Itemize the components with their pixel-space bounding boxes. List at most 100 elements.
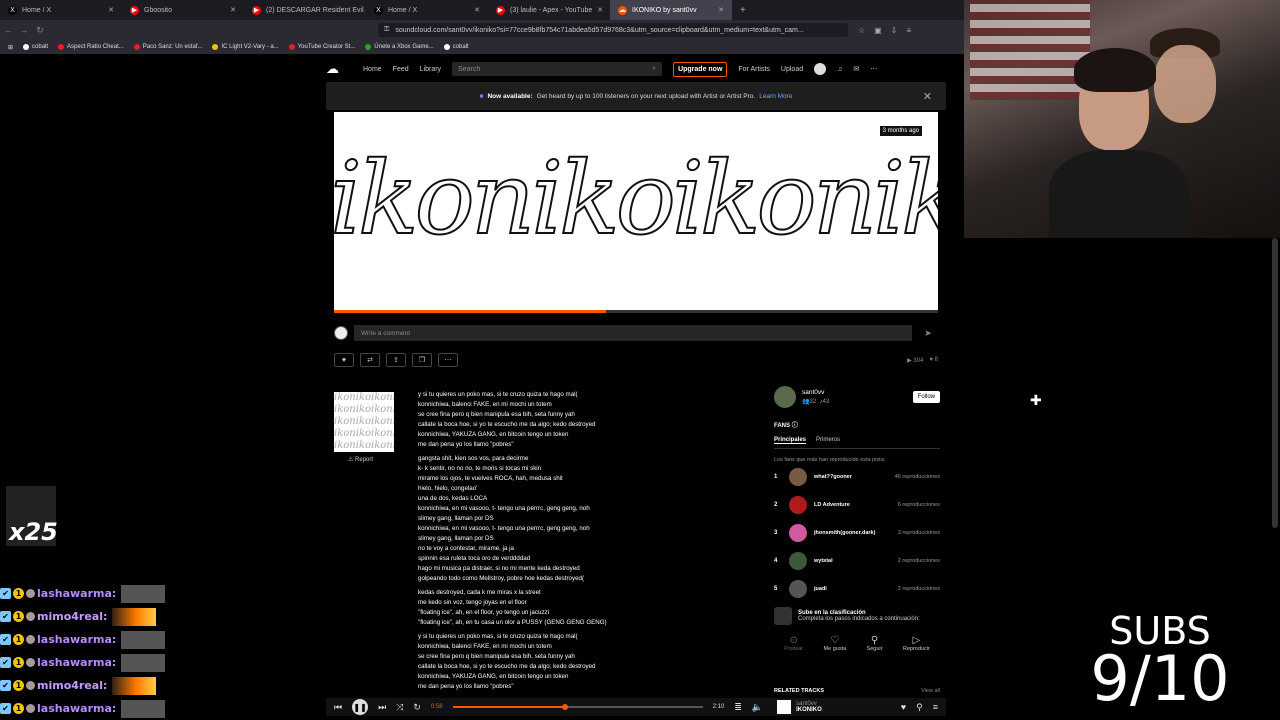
fan-row[interactable]: 1 what??gooner 46 reproducciones bbox=[774, 463, 940, 491]
youtube-icon: ▶ bbox=[130, 5, 139, 15]
rank-icon bbox=[774, 607, 792, 625]
bookmark-item[interactable]: cobalt bbox=[443, 44, 469, 50]
chat-message: ✔ 1 mimo4real: bbox=[0, 605, 330, 628]
close-icon[interactable]: ✕ bbox=[923, 90, 932, 103]
address-field[interactable]: ⚿ soundcloud.com/sant0vv/ikoniko?si=77cc… bbox=[378, 23, 848, 37]
back-icon[interactable]: ← bbox=[0, 25, 16, 35]
follow-icon[interactable]: ⚲ bbox=[916, 702, 923, 713]
sub-badge-icon: 1 bbox=[13, 588, 24, 599]
nav-feed[interactable]: Feed bbox=[393, 66, 409, 73]
emote-image bbox=[121, 584, 166, 603]
share-button[interactable]: ⇪ bbox=[386, 353, 406, 367]
more-icon[interactable]: ⋯ bbox=[870, 65, 877, 73]
volume-icon[interactable]: 🔈 bbox=[752, 702, 763, 713]
search-input[interactable]: Search ⌕ bbox=[452, 62, 663, 76]
fan-row[interactable]: 3 jhonsmith(gooner.dark) 3 reproducciones bbox=[774, 519, 940, 547]
bookmark-item[interactable]: cobalt bbox=[23, 44, 48, 50]
upload-link[interactable]: Upload bbox=[781, 66, 803, 73]
waveform-progress[interactable] bbox=[334, 310, 938, 313]
bookmark-icon bbox=[58, 44, 65, 50]
close-icon[interactable]: ✕ bbox=[230, 6, 236, 14]
now-playing[interactable]: sant0vv IKONIKO bbox=[777, 700, 822, 714]
tab-primeros[interactable]: Primeros bbox=[816, 437, 840, 444]
play-action[interactable]: ▷ Reproducir bbox=[903, 635, 930, 652]
chat-message: ✔ 1 mimo4real: bbox=[0, 674, 330, 697]
like-icon[interactable]: ♥ bbox=[901, 702, 906, 712]
bell-icon[interactable]: ♫ bbox=[837, 66, 842, 73]
browser-tab[interactable]: ▶ (3) laulie - Apex - YouTube ✕ bbox=[488, 0, 610, 20]
fan-row[interactable]: 2 LD Adventure 6 reproducciones bbox=[774, 491, 940, 519]
bookmark-item[interactable]: Paco Sanz: Un estaf... bbox=[133, 44, 202, 50]
close-icon[interactable]: ✕ bbox=[108, 6, 114, 14]
browser-tab[interactable]: X Home / X ✕ bbox=[366, 0, 488, 20]
track-artwork[interactable]: ikonikoikonikoikoniko 3 months ago bbox=[334, 112, 938, 312]
for-artists-link[interactable]: For Artists bbox=[738, 66, 770, 73]
promo-banner: ■ Now available: Get heard by up to 100 … bbox=[326, 82, 946, 110]
more-button[interactable]: ⋯ bbox=[438, 353, 458, 367]
extension-icon[interactable]: ▣ bbox=[874, 26, 882, 35]
fan-row[interactable]: 4 wytstal 2 reproducciones bbox=[774, 547, 940, 575]
send-icon[interactable]: ➤ bbox=[918, 328, 938, 339]
bookmark-item[interactable]: IC Light V2-Vary - a... bbox=[212, 44, 279, 50]
star-icon[interactable]: ☆ bbox=[858, 26, 865, 35]
menu-icon[interactable]: ≡ bbox=[906, 26, 911, 35]
report-link[interactable]: ⚠ Report bbox=[348, 456, 373, 463]
verified-badge-icon: ✔ bbox=[0, 657, 11, 668]
post-action[interactable]: ⊙ Postear bbox=[784, 635, 803, 652]
artwork-lettering: ikonikoikonikoikoniko bbox=[334, 139, 938, 258]
bookmark-item[interactable]: YouTube Creator St... bbox=[288, 44, 355, 50]
forward-icon[interactable]: → bbox=[16, 25, 32, 35]
like-button[interactable]: ♥ bbox=[334, 353, 354, 367]
fan-row[interactable]: 5 juadi 2 reproducciones bbox=[774, 575, 940, 603]
like-action[interactable]: ♡ Me gusta bbox=[824, 635, 847, 652]
close-icon[interactable]: ✕ bbox=[718, 6, 724, 14]
new-tab-button[interactable]: + bbox=[732, 5, 754, 16]
repost-button[interactable]: ⇄ bbox=[360, 353, 380, 367]
comment-input[interactable]: Write a comment bbox=[354, 325, 912, 341]
avatar[interactable] bbox=[774, 386, 796, 408]
apps-icon[interactable]: ⊞ bbox=[8, 44, 13, 51]
rank-actions: ⊙ Postear ♡ Me gusta ⚲ Seguir ▷ Reproducir bbox=[774, 635, 940, 652]
player-progress[interactable] bbox=[452, 704, 703, 710]
lyric-line: k- k sentir, no no no, te moris si tocas… bbox=[418, 465, 542, 472]
browser-tab[interactable]: X Home / X ✕ bbox=[0, 0, 122, 20]
tab-principales[interactable]: Principales bbox=[774, 437, 807, 444]
track-thumbnail[interactable]: ikonikoikonikoikoniko ikonikoikonikoikon… bbox=[334, 392, 394, 452]
fans-list: 1 what??gooner 46 reproducciones 2 LD Advent… bbox=[774, 463, 940, 603]
bookmark-item[interactable]: Únete a Xbox Game... bbox=[365, 44, 434, 50]
poster-face bbox=[1154, 45, 1216, 123]
copy-link-button[interactable]: ❐ bbox=[412, 353, 432, 367]
scrollbar[interactable] bbox=[1272, 238, 1278, 528]
upgrade-button[interactable]: Upgrade now bbox=[673, 61, 728, 77]
view-all-link[interactable]: View all bbox=[921, 688, 940, 694]
shuffle-icon[interactable]: ⤨ bbox=[396, 702, 403, 713]
chat-username: lashawarma: bbox=[37, 702, 117, 715]
close-icon[interactable]: ✕ bbox=[597, 6, 603, 14]
nav-home[interactable]: Home bbox=[363, 66, 382, 73]
learn-more-link[interactable]: Learn More bbox=[759, 93, 792, 100]
queue-icon[interactable]: ≣ bbox=[734, 702, 742, 713]
download-icon[interactable]: ⇩ bbox=[891, 26, 898, 35]
follow-button[interactable]: Follow bbox=[912, 391, 940, 403]
soundcloud-logo-icon[interactable]: ☁ bbox=[326, 62, 352, 75]
follow-action[interactable]: ⚲ Seguir bbox=[867, 635, 883, 652]
lyric-line: mirame los ojos, te vuelves ROCA, hah, m… bbox=[418, 475, 563, 482]
close-icon[interactable]: ✕ bbox=[474, 6, 480, 14]
reload-icon[interactable]: ↻ bbox=[32, 25, 48, 36]
bookmark-item[interactable]: Aspect Ratio Cheat... bbox=[58, 44, 124, 50]
nav-library[interactable]: Library bbox=[420, 66, 441, 73]
browser-tab[interactable]: ☁ IKONIKO by sant0vv ✕ bbox=[610, 0, 732, 20]
bookmarks-bar: ⊞ cobalt Aspect Ratio Cheat... Paco Sanz: U… bbox=[0, 40, 965, 54]
browser-tab[interactable]: ▶ Gboosito ✕ bbox=[122, 0, 244, 20]
lyric-line: konnichiwa, balenci FAKE, en mi mochi un… bbox=[418, 401, 552, 408]
avatar[interactable] bbox=[814, 63, 827, 75]
repeat-icon[interactable]: ↻ bbox=[413, 702, 421, 713]
previous-icon[interactable]: ⏮ bbox=[334, 702, 342, 713]
next-icon[interactable]: ⏭ bbox=[378, 702, 386, 713]
search-icon[interactable]: ⌕ bbox=[652, 65, 656, 73]
queue-list-icon[interactable]: ≡ bbox=[933, 702, 938, 712]
pause-button[interactable]: ❚❚ bbox=[352, 699, 369, 715]
browser-tab[interactable]: ▶(2) DESCARGAR Resident Evil 4 Ultim✕ bbox=[244, 0, 366, 20]
artist-name[interactable]: sant0vv bbox=[802, 389, 829, 396]
mail-icon[interactable]: ✉ bbox=[853, 65, 859, 73]
